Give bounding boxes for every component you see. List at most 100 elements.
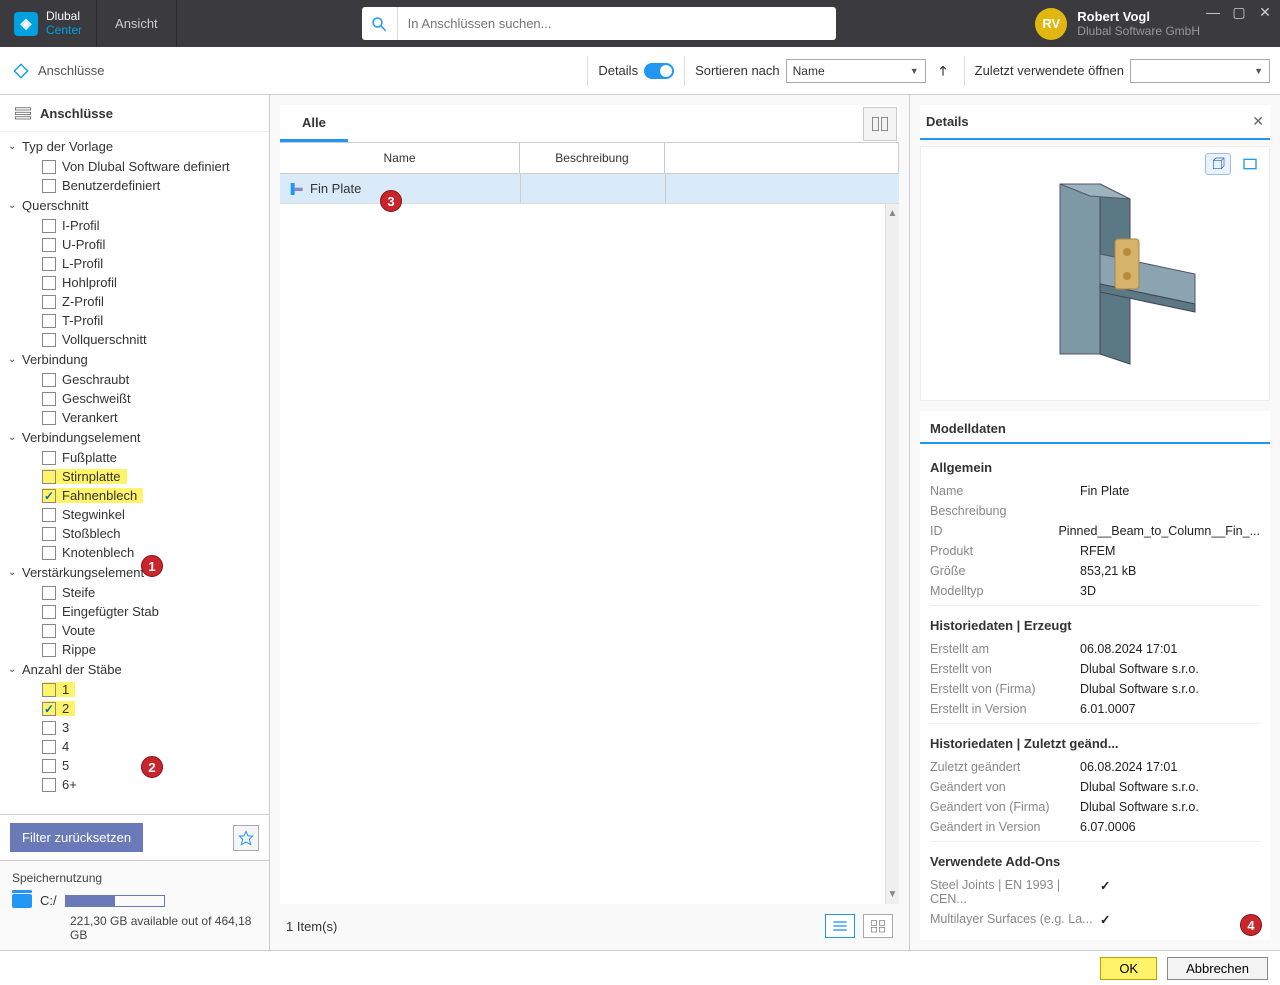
- preview-cube-button[interactable]: [1205, 153, 1231, 175]
- favorites-button[interactable]: [233, 825, 259, 851]
- checkbox[interactable]: [42, 373, 56, 387]
- tree-item[interactable]: Hohlprofil: [0, 273, 269, 292]
- user-area[interactable]: RV Robert Vogl Dlubal Software GmbH: [1035, 8, 1200, 40]
- tree-item[interactable]: Geschraubt: [0, 370, 269, 389]
- checkbox[interactable]: [42, 160, 56, 174]
- checkbox[interactable]: [42, 238, 56, 252]
- search-box[interactable]: [362, 7, 836, 40]
- tree-item[interactable]: Z-Profil: [0, 292, 269, 311]
- tree-group-header[interactable]: ⌄Verstärkungselement: [0, 562, 269, 583]
- checkbox[interactable]: [42, 586, 56, 600]
- menu-view[interactable]: Ansicht: [97, 0, 177, 47]
- tree-item[interactable]: Vollquerschnitt: [0, 330, 269, 349]
- preview-3d[interactable]: [920, 146, 1270, 401]
- checkbox[interactable]: [42, 257, 56, 271]
- tree-item[interactable]: Von Dlubal Software definiert: [0, 157, 269, 176]
- tree-item[interactable]: Benutzerdefiniert: [0, 176, 269, 195]
- tree-item[interactable]: 6+: [0, 775, 269, 794]
- chevron-down-icon: ⌄: [8, 141, 22, 152]
- checkbox[interactable]: [42, 276, 56, 290]
- avatar: RV: [1035, 8, 1067, 40]
- tree-item[interactable]: Verankert: [0, 408, 269, 427]
- tree-item[interactable]: T-Profil: [0, 311, 269, 330]
- tree-item[interactable]: Geschweißt: [0, 389, 269, 408]
- detail-created-by: Dlubal Software s.r.o.: [1080, 662, 1260, 676]
- checkbox[interactable]: [42, 219, 56, 233]
- tree-item[interactable]: Voute: [0, 621, 269, 640]
- brand-line2: Center: [46, 24, 82, 37]
- checkbox[interactable]: [42, 489, 56, 503]
- preview-expand-button[interactable]: [1237, 153, 1263, 175]
- sort-direction-button[interactable]: [932, 60, 954, 82]
- tree-item[interactable]: Rippe: [0, 640, 269, 659]
- storage-text: 221,30 GB available out of 464,18 GB: [12, 914, 257, 942]
- tree-item[interactable]: Steife: [0, 583, 269, 602]
- tree-item[interactable]: 2: [0, 699, 269, 718]
- compare-button[interactable]: [863, 107, 897, 141]
- checkbox[interactable]: [42, 624, 56, 638]
- close-icon[interactable]: ✕: [1252, 113, 1264, 130]
- checkbox[interactable]: [42, 295, 56, 309]
- window-maximize-icon[interactable]: ▢: [1230, 4, 1248, 20]
- tree-item[interactable]: Stirnplatte: [0, 467, 269, 486]
- scrollbar[interactable]: ▲▼: [885, 204, 899, 904]
- recent-dropdown[interactable]: ▼: [1130, 59, 1270, 83]
- window-minimize-icon[interactable]: ―: [1204, 4, 1222, 20]
- tree-item[interactable]: 1: [0, 680, 269, 699]
- tab-modeldata[interactable]: Modelldaten: [920, 411, 1270, 444]
- checkbox[interactable]: [42, 411, 56, 425]
- checkbox[interactable]: [42, 508, 56, 522]
- checkbox[interactable]: [42, 451, 56, 465]
- detail-modified-by-company: Dlubal Software s.r.o.: [1080, 800, 1260, 814]
- tree-item[interactable]: L-Profil: [0, 254, 269, 273]
- table-row[interactable]: Fin Plate 3: [280, 174, 899, 204]
- checkbox[interactable]: [42, 643, 56, 657]
- cancel-button[interactable]: Abbrechen: [1167, 957, 1268, 980]
- sort-dropdown[interactable]: Name ▼: [786, 59, 926, 83]
- checkbox[interactable]: [42, 470, 56, 484]
- tree-item[interactable]: Fußplatte: [0, 448, 269, 467]
- checkbox[interactable]: [42, 683, 56, 697]
- checkbox[interactable]: [42, 333, 56, 347]
- column-name[interactable]: Name: [280, 143, 520, 173]
- tree-item-label: Eingefügter Stab: [42, 604, 159, 619]
- checkbox[interactable]: [42, 778, 56, 792]
- tree-group-header[interactable]: ⌄Verbindungselement: [0, 427, 269, 448]
- checkbox[interactable]: [42, 179, 56, 193]
- checkbox[interactable]: [42, 605, 56, 619]
- user-company: Dlubal Software GmbH: [1077, 24, 1200, 38]
- search-input[interactable]: [398, 7, 836, 40]
- grid-body: ▲▼: [280, 204, 899, 904]
- checkbox[interactable]: [42, 759, 56, 773]
- tree-item[interactable]: I-Profil: [0, 216, 269, 235]
- tree-item[interactable]: 3: [0, 718, 269, 737]
- window-close-icon[interactable]: ✕: [1256, 4, 1274, 20]
- view-grid-button[interactable]: [863, 914, 893, 938]
- tree-group-header[interactable]: ⌄Verbindung: [0, 349, 269, 370]
- ok-button[interactable]: OK: [1100, 957, 1157, 980]
- reset-filter-button[interactable]: Filter zurücksetzen: [10, 823, 143, 852]
- checkbox[interactable]: [42, 546, 56, 560]
- tree-item[interactable]: Eingefügter Stab: [0, 602, 269, 621]
- tree-item[interactable]: 4: [0, 737, 269, 756]
- tree-group-header[interactable]: ⌄Anzahl der Stäbe: [0, 659, 269, 680]
- checkbox[interactable]: [42, 314, 56, 328]
- checkbox[interactable]: [42, 392, 56, 406]
- details-toggle[interactable]: [644, 63, 674, 79]
- tree-item[interactable]: Stegwinkel: [0, 505, 269, 524]
- column-description[interactable]: Beschreibung: [520, 143, 665, 173]
- checkbox[interactable]: [42, 702, 56, 716]
- tree-item[interactable]: U-Profil: [0, 235, 269, 254]
- tab-all[interactable]: Alle: [280, 105, 348, 142]
- tree-group-header[interactable]: ⌄Querschnitt: [0, 195, 269, 216]
- annotation-badge-1: 1: [141, 555, 163, 577]
- checkbox[interactable]: [42, 527, 56, 541]
- view-list-button[interactable]: [825, 914, 855, 938]
- tree-item[interactable]: 5: [0, 756, 269, 775]
- tree-group-header[interactable]: ⌄Typ der Vorlage: [0, 136, 269, 157]
- checkbox[interactable]: [42, 740, 56, 754]
- checkbox[interactable]: [42, 721, 56, 735]
- tree-item[interactable]: Fahnenblech: [0, 486, 269, 505]
- tree-item[interactable]: Stoßblech: [0, 524, 269, 543]
- tree-item[interactable]: Knotenblech: [0, 543, 269, 562]
